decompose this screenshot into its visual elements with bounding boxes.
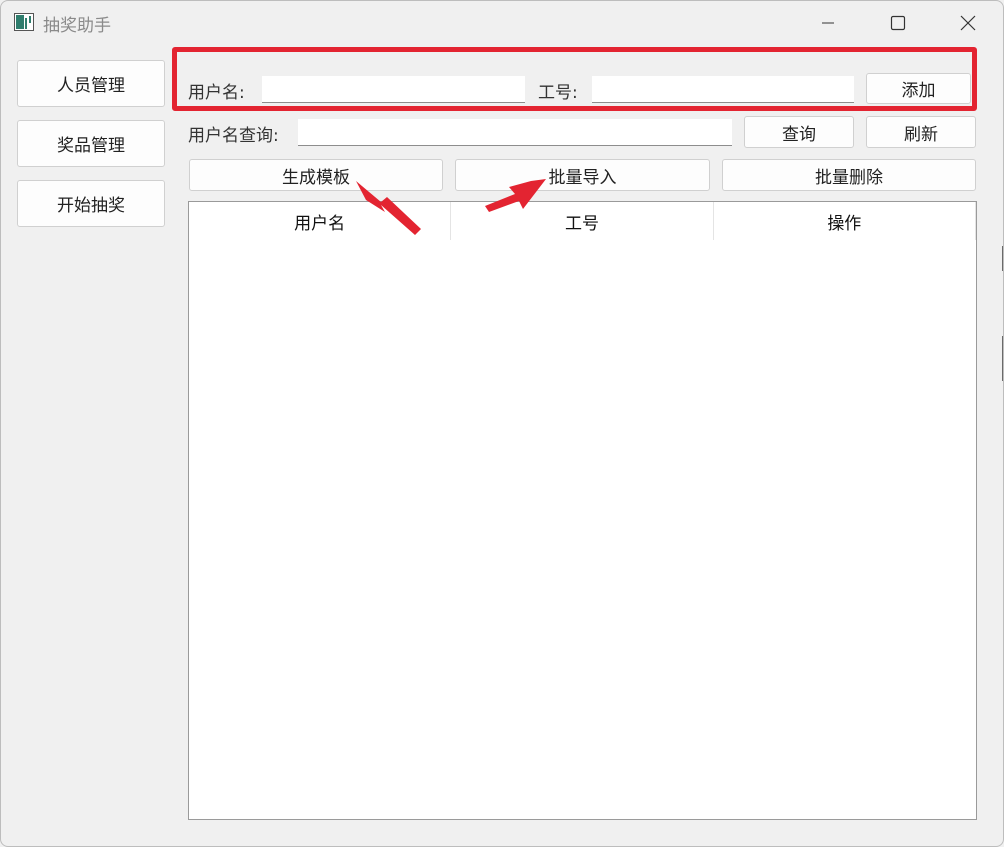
add-button[interactable]: 添加 [866, 73, 971, 104]
sidebar-item-prizes[interactable]: 奖品管理 [17, 120, 165, 167]
username-query-input[interactable] [298, 119, 732, 146]
minimize-icon [822, 22, 834, 24]
close-icon [960, 15, 976, 31]
sidebar-item-personnel[interactable]: 人员管理 [17, 60, 165, 107]
app-icon [14, 13, 34, 31]
maximize-icon [890, 15, 906, 31]
user-table: 用户名 工号 操作 [188, 201, 977, 820]
employee-id-input[interactable] [592, 76, 854, 103]
generate-template-button[interactable]: 生成模板 [189, 159, 443, 191]
title-bar: 抽奖助手 [1, 1, 1003, 45]
refresh-button[interactable]: 刷新 [866, 116, 976, 148]
maximize-button[interactable] [875, 9, 921, 37]
app-window: 抽奖助手 人员管理 奖品管理 开始抽奖 用户名: 工号: 添加 用户名查询: 查… [0, 0, 1004, 847]
column-header-employee-id[interactable]: 工号 [451, 202, 714, 240]
window-title: 抽奖助手 [43, 16, 111, 36]
username-input[interactable] [262, 76, 525, 103]
username-label: 用户名: [188, 83, 245, 103]
minimize-button[interactable] [805, 9, 851, 37]
employee-id-label: 工号: [538, 83, 578, 103]
close-button[interactable] [945, 9, 991, 37]
query-button[interactable]: 查询 [744, 116, 854, 148]
sidebar-item-start-draw[interactable]: 开始抽奖 [17, 180, 165, 227]
table-header: 用户名 工号 操作 [189, 202, 976, 240]
batch-import-button[interactable]: 批量导入 [455, 159, 710, 191]
column-header-username[interactable]: 用户名 [189, 202, 452, 240]
column-header-operation[interactable]: 操作 [714, 202, 976, 240]
batch-delete-button[interactable]: 批量删除 [722, 159, 976, 191]
query-label: 用户名查询: [188, 126, 279, 146]
